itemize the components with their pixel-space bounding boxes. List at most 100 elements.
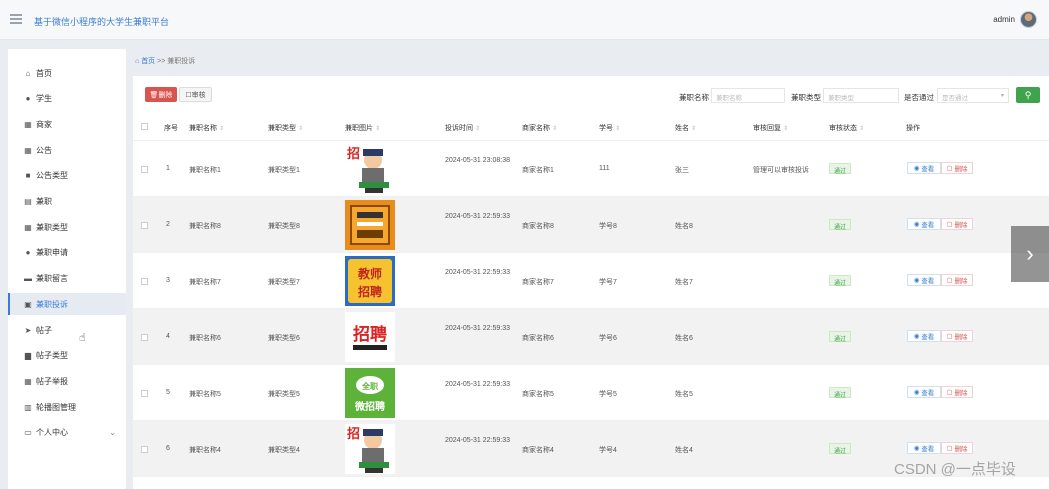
view-button[interactable]: ◉ 查看: [907, 162, 941, 174]
view-button[interactable]: ◉ 查看: [907, 330, 941, 342]
view-button[interactable]: ◉ 查看: [907, 442, 941, 454]
sidebar-item-label: 个人中心: [36, 428, 68, 438]
trash-icon: 🗑: [149, 91, 159, 99]
user-icon: ●: [25, 94, 31, 104]
merchant-name-cell: 商家名称6: [522, 335, 554, 342]
sidebar-item-10[interactable]: ▣ 兼职投诉: [8, 293, 126, 316]
sidebar-item-3[interactable]: ▦ 商家: [8, 113, 126, 135]
view-button[interactable]: ◉ 查看: [907, 274, 941, 286]
sort-icon[interactable]: ⇕: [298, 126, 303, 132]
job-type-filter-label: 兼职类型: [791, 93, 821, 102]
sort-icon[interactable]: ⇕: [475, 126, 480, 132]
complaint-time-cell: 2024-05-31 23:08:38: [445, 157, 510, 164]
svg-text:招: 招: [347, 426, 360, 441]
row-number: 2: [166, 221, 170, 228]
sidebar-item-2[interactable]: ● 学生: [8, 88, 126, 110]
row-checkbox[interactable]: [141, 390, 148, 397]
delete-label: 删除: [954, 166, 968, 173]
delete-label: 删除: [954, 390, 968, 397]
sort-icon[interactable]: ⇕: [552, 126, 557, 132]
breadcrumb-home[interactable]: ⌂ 首页: [135, 58, 155, 65]
student-name-cell: 姓名4: [675, 447, 693, 454]
passed-filter-select[interactable]: 是否通过 ▾: [937, 88, 1009, 103]
eye-icon: ◉: [913, 445, 922, 452]
print-icon: ▬: [24, 274, 32, 284]
sidebar-item-8[interactable]: ● 兼职申请: [8, 242, 126, 264]
breadcrumb-home-label[interactable]: 首页: [141, 58, 155, 65]
sidebar-item-label: 商家: [36, 119, 52, 129]
job-name-filter-input[interactable]: 兼职名称: [711, 88, 785, 103]
student-id-cell: 学号5: [599, 391, 617, 398]
grid-icon: ▦: [24, 222, 32, 232]
batch-delete-label: 删除: [158, 91, 173, 99]
sidebar-item-1[interactable]: ⌂ 首页: [8, 62, 126, 84]
column-header[interactable]: 兼职类型 ⇕: [268, 123, 303, 133]
sidebar-item-14[interactable]: ▥ 轮播图管理: [8, 396, 126, 418]
menu-toggle-icon[interactable]: [10, 14, 22, 24]
status-badge: 通过: [829, 387, 852, 399]
sidebar-item-11[interactable]: ➤ 帖子: [8, 319, 126, 341]
next-page-arrow[interactable]: ›: [1011, 226, 1049, 282]
row-checkbox[interactable]: [141, 446, 148, 453]
column-header[interactable]: 投诉时间 ⇕: [445, 123, 480, 133]
delete-button[interactable]: ▢ 删除: [941, 386, 973, 398]
status-badge: 通过: [829, 275, 852, 287]
mouse-cursor-icon: ☝: [79, 332, 86, 344]
sidebar-item-12[interactable]: ▆ 帖子类型: [8, 345, 126, 367]
sidebar-item-label: 兼职类型: [36, 222, 68, 232]
job-type-filter-input[interactable]: 兼职类型: [823, 88, 899, 103]
column-header[interactable]: 商家名称 ⇕: [522, 123, 557, 133]
student-name-cell: 姓名8: [675, 223, 693, 230]
sidebar-item-13[interactable]: ▦ 帖子举报: [8, 370, 126, 392]
sort-icon[interactable]: ⇕: [859, 126, 864, 132]
column-header[interactable]: 学号 ⇕: [599, 123, 620, 133]
sidebar-item-15[interactable]: ▭ 个人中心 ⌄: [8, 422, 126, 444]
sidebar-item-5[interactable]: ■ 公告类型: [8, 165, 126, 187]
audit-label: 审核: [191, 91, 206, 99]
column-header-label: 兼职图片: [345, 125, 373, 132]
delete-button[interactable]: ▢ 删除: [941, 330, 973, 342]
row-checkbox[interactable]: [141, 166, 148, 173]
status-badge: 通过: [829, 331, 852, 343]
column-header[interactable]: 姓名 ⇕: [675, 123, 696, 133]
user-name[interactable]: admin: [993, 15, 1015, 24]
sidebar-item-9[interactable]: ▬ 兼职留言: [8, 268, 126, 290]
view-button[interactable]: ◉ 查看: [907, 218, 941, 230]
column-header[interactable]: 审核回复 ⇕: [753, 123, 788, 133]
column-header-label: 审核回复: [753, 125, 781, 132]
delete-button[interactable]: ▢ 删除: [941, 442, 973, 454]
job-image: 招聘: [345, 312, 395, 362]
sort-icon[interactable]: ⇕: [783, 126, 788, 132]
column-header[interactable]: 兼职名称 ⇕: [189, 123, 224, 133]
sidebar-item-4[interactable]: ▦ 公告: [8, 139, 126, 161]
sort-icon[interactable]: ⇕: [691, 126, 696, 132]
row-checkbox[interactable]: [141, 278, 148, 285]
svg-text:教师: 教师: [357, 266, 382, 281]
delete-button[interactable]: ▢ 删除: [941, 218, 973, 230]
sort-icon[interactable]: ⇕: [375, 126, 380, 132]
sort-icon[interactable]: ⇕: [219, 126, 224, 132]
sidebar-item-6[interactable]: ▤ 兼职: [8, 191, 126, 213]
search-button[interactable]: ⚲: [1016, 87, 1040, 103]
delete-button[interactable]: ▢ 删除: [941, 274, 973, 286]
select-all-checkbox[interactable]: [141, 123, 148, 130]
avatar[interactable]: [1020, 11, 1037, 28]
row-checkbox[interactable]: [141, 222, 148, 229]
view-label: 查看: [921, 446, 935, 453]
batch-delete-button[interactable]: 🗑 删除: [145, 87, 177, 102]
trash-icon: ▢: [946, 333, 955, 340]
row-checkbox[interactable]: [141, 334, 148, 341]
svg-text:全职: 全职: [361, 381, 378, 391]
complaint-time-cell: 2024-05-31 22:59:33: [445, 325, 510, 332]
column-header-label: 商家名称: [522, 125, 550, 132]
sidebar-item-label: 兼职: [36, 197, 52, 206]
view-button[interactable]: ◉ 查看: [907, 386, 941, 398]
audit-button[interactable]: ☐ 审核: [179, 87, 212, 102]
delete-button[interactable]: ▢ 删除: [941, 162, 973, 174]
grid-icon: ▦: [24, 119, 32, 129]
sidebar-item-7[interactable]: ▦ 兼职类型: [8, 216, 126, 238]
sort-icon[interactable]: ⇕: [615, 126, 620, 132]
column-header[interactable]: 兼职图片 ⇕: [345, 123, 380, 133]
column-header[interactable]: 审核状态 ⇕: [829, 123, 864, 133]
student-name-cell: 姓名7: [675, 279, 693, 286]
